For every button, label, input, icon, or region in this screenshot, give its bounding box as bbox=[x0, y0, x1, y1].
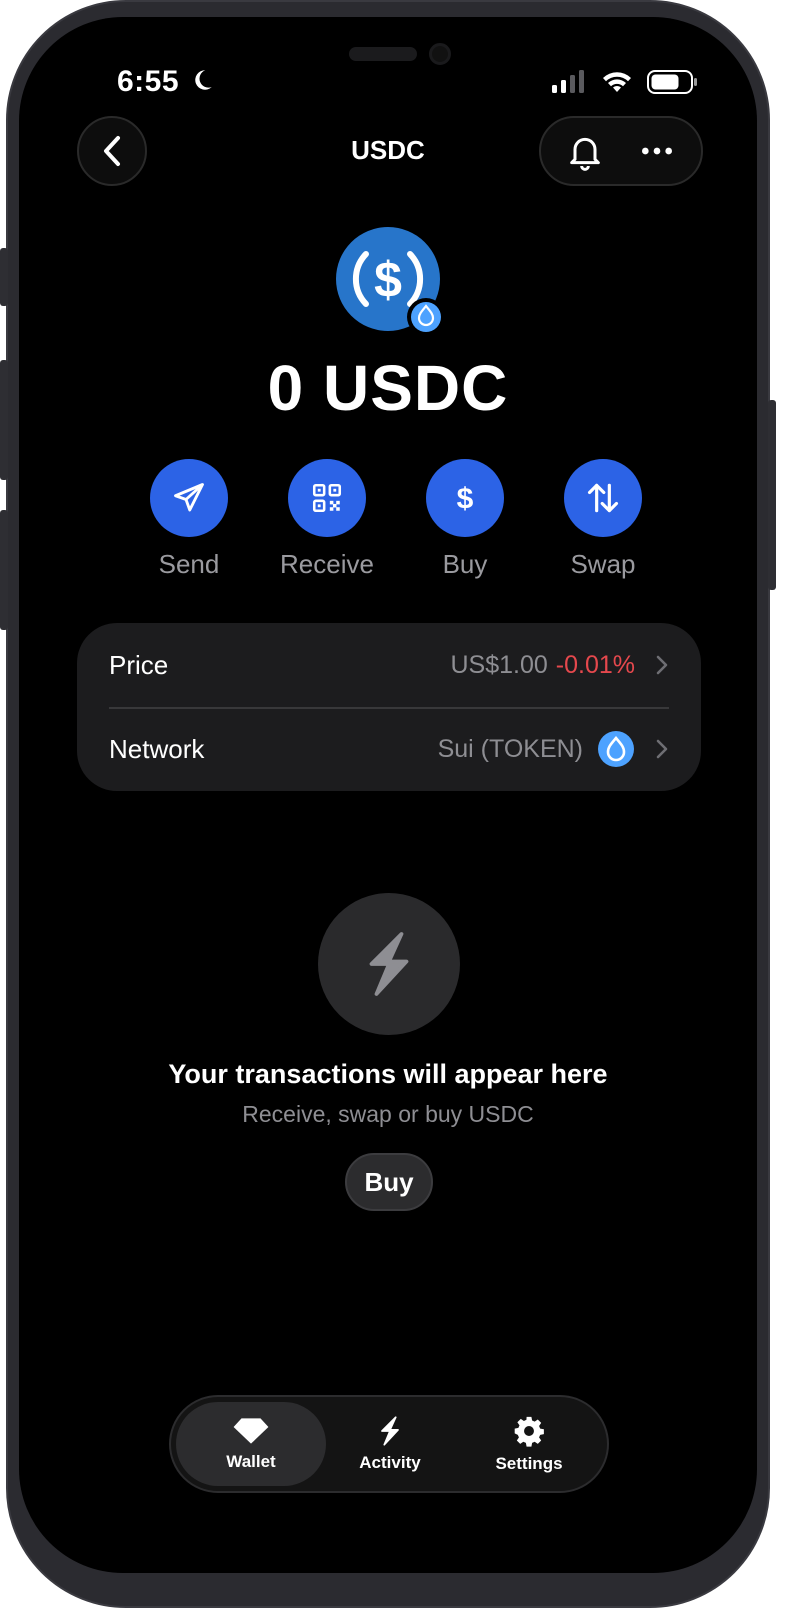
network-value: Sui (TOKEN) bbox=[437, 734, 583, 763]
lightning-bolt-icon bbox=[369, 932, 409, 996]
tab-wallet-label: Wallet bbox=[226, 1452, 276, 1471]
token-info-card: Price US$1.00 -0.01% Network Sui (TOKEN) bbox=[77, 623, 701, 791]
battery-icon bbox=[647, 70, 697, 94]
moon-icon bbox=[195, 70, 212, 90]
receive-circle[interactable] bbox=[288, 459, 366, 537]
send-icon bbox=[174, 483, 204, 512]
send-label: Send bbox=[158, 549, 220, 579]
usdc-token-icon: $ bbox=[336, 227, 445, 336]
status-icons bbox=[551, 69, 699, 95]
header-actions bbox=[539, 116, 703, 186]
send-circle[interactable] bbox=[150, 459, 228, 537]
dynamic-island bbox=[349, 47, 417, 61]
svg-text:$: $ bbox=[374, 252, 402, 308]
tab-settings[interactable]: Settings bbox=[454, 1402, 604, 1486]
tab-wallet[interactable]: Wallet bbox=[176, 1402, 326, 1486]
buy-label: Buy bbox=[442, 549, 488, 579]
svg-text:$: $ bbox=[457, 483, 474, 516]
price-value: US$1.00 bbox=[450, 650, 548, 679]
front-camera bbox=[429, 43, 451, 65]
swap-circle[interactable] bbox=[564, 459, 642, 537]
cellular-signal-icon bbox=[552, 70, 584, 93]
chevron-right-icon bbox=[656, 655, 668, 675]
qr-code-icon bbox=[312, 483, 342, 513]
receive-label: Receive bbox=[280, 549, 374, 579]
send-button[interactable]: Send bbox=[129, 459, 249, 580]
chevron-right-icon bbox=[656, 739, 668, 759]
wifi-icon bbox=[603, 72, 631, 92]
network-row[interactable]: Network Sui (TOKEN) bbox=[109, 707, 669, 791]
bell-icon[interactable] bbox=[565, 131, 605, 171]
token-balance: 0 USDC bbox=[267, 352, 509, 424]
empty-state-buy-button[interactable]: Buy bbox=[345, 1153, 433, 1211]
receive-button[interactable]: Receive bbox=[267, 459, 387, 580]
tab-settings-label: Settings bbox=[495, 1454, 563, 1473]
status-time: 6:55 bbox=[117, 65, 180, 98]
swap-label: Swap bbox=[570, 549, 636, 579]
buy-circle[interactable]: $ bbox=[426, 459, 504, 537]
volume-down-button bbox=[0, 510, 8, 630]
swap-arrows-icon bbox=[587, 483, 619, 513]
action-buttons: Send Receive $ Buy Swap bbox=[129, 459, 649, 599]
sui-network-icon bbox=[598, 731, 634, 767]
tab-activity-label: Activity bbox=[359, 1453, 421, 1472]
diamond-icon bbox=[233, 1418, 269, 1444]
gear-icon bbox=[514, 1416, 544, 1447]
buy-button[interactable]: $ Buy bbox=[405, 459, 525, 580]
swap-button[interactable]: Swap bbox=[543, 459, 663, 580]
tab-activity[interactable]: Activity bbox=[315, 1402, 465, 1486]
price-change: -0.01% bbox=[555, 650, 635, 679]
volume-up-button bbox=[0, 360, 8, 480]
bottom-tab-bar: Wallet Activity Settings bbox=[169, 1395, 609, 1493]
lightning-bolt-icon bbox=[381, 1416, 399, 1446]
price-row[interactable]: Price US$1.00 -0.01% bbox=[109, 623, 669, 707]
power-button bbox=[768, 400, 776, 590]
mute-switch bbox=[0, 248, 8, 306]
empty-state-subtitle: Receive, swap or buy USDC bbox=[242, 1101, 534, 1127]
app-screen: 6:55 USDC $ 0 USDC Send Receive $ Buy Sw… bbox=[19, 17, 757, 1573]
empty-state-title: Your transactions will appear here bbox=[168, 1059, 608, 1089]
price-label: Price bbox=[109, 649, 169, 680]
dollar-icon: $ bbox=[457, 483, 474, 516]
network-label: Network bbox=[109, 733, 205, 764]
empty-state-illustration bbox=[318, 893, 460, 1035]
more-options-icon[interactable] bbox=[637, 131, 677, 171]
